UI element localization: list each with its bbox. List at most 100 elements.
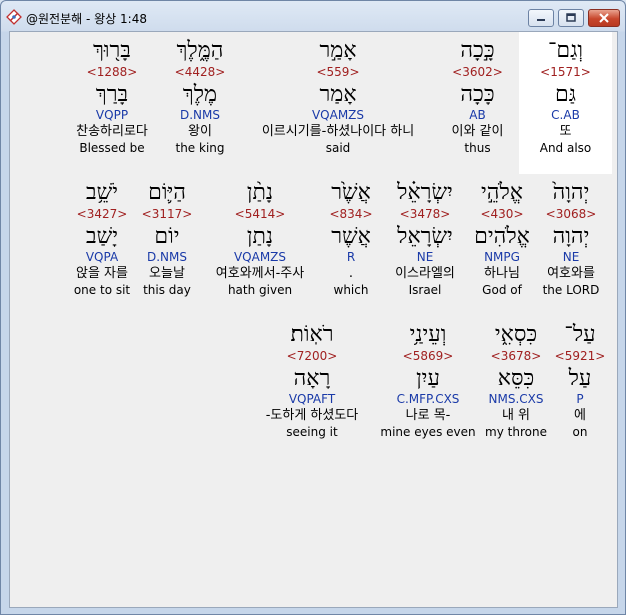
word-cell[interactable]: רֹאֽוֹת׃ <7200> רָאָה VQPAFT -도하게 하셨도다 s… [248, 322, 376, 440]
strong-number[interactable]: <559> [238, 65, 438, 79]
word-cell[interactable]: יֹשֵׁ֥ב <3427> יָשַׁב VQPA 앉을 자를 one to … [62, 180, 142, 298]
strong-number[interactable]: <3117> [136, 207, 198, 221]
korean-gloss: 찬송하리로다 [76, 124, 148, 139]
parsing-code: VQPAFT [288, 392, 336, 406]
hebrew-lemma: כִּסֵּא [497, 366, 535, 391]
hebrew-lemma: רָאָה [293, 366, 331, 391]
strong-number[interactable]: <5414> [200, 207, 320, 221]
korean-gloss: 하나님 [484, 266, 520, 281]
word-cell[interactable]: בָּר֖וּךְ <1288> בָּרַךְ VQPP 찬송하리로다 Ble… [62, 38, 162, 156]
hebrew-word: אֱלֹהֵ֣י [481, 180, 523, 205]
strong-number[interactable]: <3427> [62, 207, 142, 221]
hebrew-word: וְעֵינַ֥י [409, 322, 447, 347]
parsing-code: VQPA [85, 250, 119, 264]
parsing-code: VQAMZS [233, 250, 287, 264]
parsing-code: D.NMS [146, 250, 187, 264]
close-button[interactable] [588, 9, 620, 27]
korean-gloss: -도하게 하셨도다 [265, 408, 359, 423]
hebrew-lemma: יְהוָה [552, 224, 590, 249]
english-gloss: my throne [485, 425, 547, 439]
hebrew-word: נָתַ֨ן [246, 180, 274, 205]
english-gloss: And also [539, 141, 592, 155]
korean-gloss: 여호와께서-주사 [215, 266, 305, 281]
strong-number[interactable]: <3678> [480, 349, 552, 363]
word-cell[interactable]: יְהוָה֙ <3068> יְהוָה NE 여호와를 the LORD [536, 180, 606, 298]
hebrew-word: אֲשֶׁ֙ר [331, 180, 371, 205]
parsing-code: AB [469, 108, 486, 122]
english-gloss: said [325, 141, 351, 155]
english-gloss: the LORD [542, 283, 600, 297]
strong-number[interactable]: <3068> [536, 207, 606, 221]
strong-number[interactable]: <7200> [248, 349, 376, 363]
hebrew-lemma: כָּכָה [460, 82, 495, 107]
hebrew-lemma: יָשַׁב [86, 224, 118, 249]
english-gloss: which [333, 283, 369, 297]
hebrew-lemma: אֲשֶׁר [331, 224, 371, 249]
word-cell[interactable]: כָּ֣כָה <3602> כָּכָה AB 이와 같이 thus [435, 38, 520, 156]
hebrew-lemma: גַּם [555, 82, 576, 107]
korean-gloss: 여호와를 [547, 266, 595, 281]
strong-number[interactable]: <834> [319, 207, 383, 221]
hebrew-word: רֹאֽוֹת׃ [290, 322, 334, 347]
strong-number[interactable]: <430> [468, 207, 536, 221]
english-gloss: seeing it [286, 425, 338, 439]
strong-number[interactable]: <1571> [519, 65, 612, 79]
korean-gloss: 오늘날 [149, 266, 185, 281]
parsing-code: NE [416, 250, 434, 264]
parsing-code: NMS.CXS [488, 392, 544, 406]
korean-gloss: 이스라엘의 [395, 266, 455, 281]
strong-number[interactable]: <3602> [435, 65, 520, 79]
english-gloss: mine eyes even [380, 425, 476, 439]
hebrew-lemma: אָמַר [319, 82, 357, 107]
word-cell[interactable]: עַל־ <5921> עַל P 에 on [554, 322, 606, 440]
word-cell[interactable]: אֱלֹהֵ֣י <430> אֱלֹהִים NMPG 하나님 God of [468, 180, 536, 298]
interlinear-panel: בָּר֖וּךְ <1288> בָּרַךְ VQPP 찬송하리로다 Ble… [9, 31, 618, 608]
korean-gloss: 앉을 자를 [76, 266, 128, 281]
strong-number[interactable]: <1288> [62, 65, 162, 79]
hebrew-word: וְגַם־ [547, 38, 584, 63]
hebrew-word: יְהוָה֙ [552, 180, 590, 205]
english-gloss: thus [464, 141, 491, 155]
korean-gloss: 이르시기를-하셨나이다 하니 [261, 124, 415, 139]
hebrew-word: יֹשֵׁ֥ב [86, 180, 118, 205]
word-cell[interactable]: נָתַ֨ן <5414> נָתַן VQAMZS 여호와께서-주사 hath… [200, 180, 320, 298]
korean-gloss: . [348, 266, 354, 281]
hebrew-lemma: יִשְׂרָאֵל [397, 224, 453, 249]
word-cell[interactable]: הַמֶּ֑לֶךְ <4428> מֶלֶךְ D.NMS 왕이 the ki… [160, 38, 240, 156]
hebrew-word: כִּסְאִ֑י [494, 322, 538, 347]
parsing-code: D.NMS [179, 108, 220, 122]
korean-gloss: 내 위 [501, 408, 531, 423]
hebrew-lemma: עַל [568, 366, 592, 391]
korean-gloss: 에 [574, 408, 586, 423]
word-cell[interactable]: הַיּ֛וֹם <3117> יוֹם D.NMS 오늘날 this day [136, 180, 198, 298]
parsing-code: NMPG [484, 250, 520, 264]
maximize-button[interactable] [558, 9, 584, 27]
strong-number[interactable]: <4428> [160, 65, 240, 79]
word-cell[interactable]: כִּסְאִ֑י <3678> כִּסֵּא NMS.CXS 내 위 my … [480, 322, 552, 440]
app-window: @원전분해 - 왕상 1:48 בָּר֖וּךְ <1288> בָּרַךְ… [0, 0, 626, 615]
close-icon [599, 13, 609, 23]
hebrew-word: בָּר֖וּךְ [93, 38, 131, 63]
korean-gloss: 또 [559, 124, 572, 139]
word-cell[interactable]: אָמַ֣ר <559> אָמַר VQAMZS 이르시기를-하셨나이다 하니… [238, 38, 438, 156]
minimize-icon [537, 19, 545, 21]
strong-number[interactable]: <3478> [383, 207, 467, 221]
minimize-button[interactable] [528, 9, 554, 27]
word-cell[interactable]: וְעֵינַ֥י <5869> עַיִן C.MFP.CXS 나로 목- m… [378, 322, 478, 440]
hebrew-word: כָּ֣כָה [460, 38, 495, 63]
hebrew-lemma: אֱלֹהִים [474, 224, 530, 249]
english-gloss: on [572, 425, 588, 439]
english-gloss: the king [175, 141, 225, 155]
english-gloss: this day [143, 283, 191, 297]
maximize-icon [566, 13, 576, 22]
strong-number[interactable]: <5869> [378, 349, 478, 363]
hebrew-lemma: נָתַן [246, 224, 274, 249]
word-cell-selected[interactable]: וְגַם־ <1571> גַּם C.AB 또 And also [519, 32, 612, 174]
title-bar[interactable]: @원전분해 - 왕상 1:48 [1, 1, 625, 33]
strong-number[interactable]: <5921> [554, 349, 606, 363]
hebrew-word: הַיּ֛וֹם [148, 180, 186, 205]
korean-gloss: 왕이 [188, 124, 212, 139]
word-cell[interactable]: יִשְׂרָאֵ֗ל <3478> יִשְׂרָאֵל NE 이스라엘의 I… [383, 180, 467, 298]
word-cell[interactable]: אֲשֶׁ֙ר <834> אֲשֶׁר R . which [319, 180, 383, 298]
hebrew-lemma: מֶלֶךְ [182, 82, 218, 107]
